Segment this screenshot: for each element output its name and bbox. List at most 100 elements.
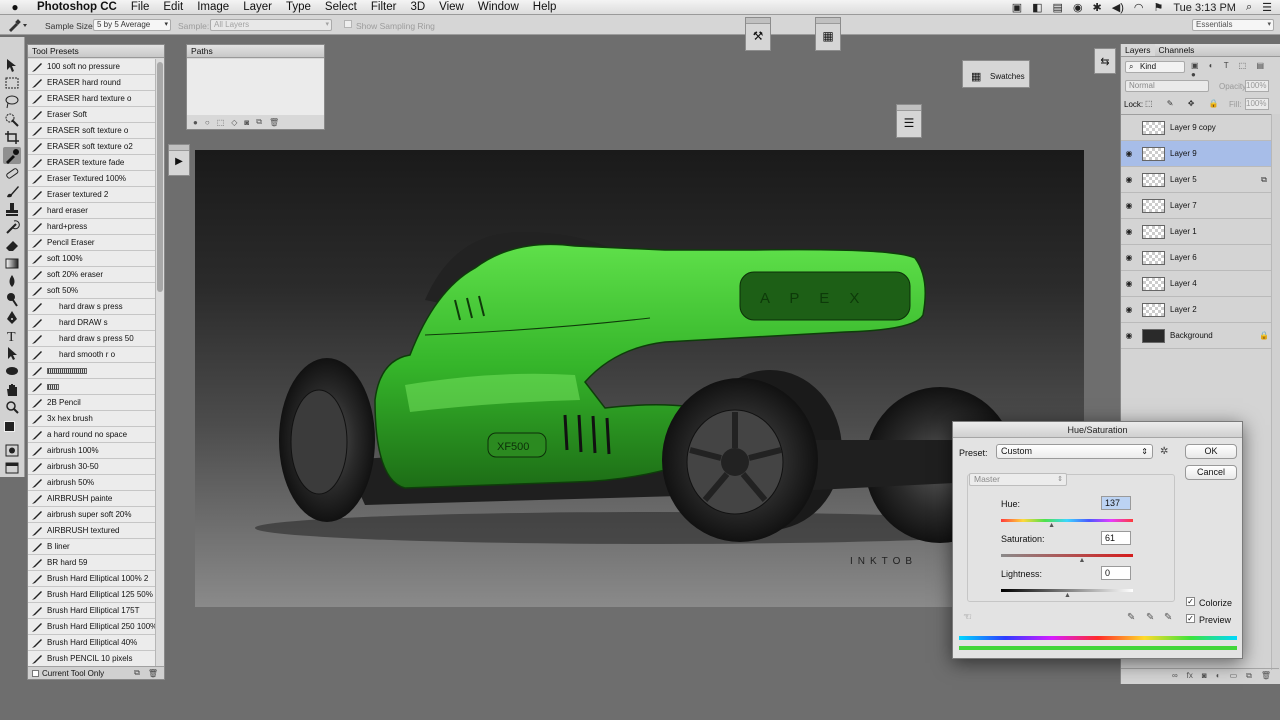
channel-select[interactable]: Master ⇕ — [969, 473, 1067, 486]
hand-tool-icon[interactable] — [3, 381, 21, 398]
fill-input[interactable]: 100% — [1245, 98, 1269, 110]
history-brush-tool-icon[interactable] — [3, 219, 21, 236]
add-mask-icon[interactable]: ◙ — [244, 118, 249, 127]
menu-type[interactable]: Type — [279, 1, 318, 13]
clone-stamp-tool-icon[interactable] — [3, 201, 21, 218]
properties-icon[interactable]: ☰ — [897, 111, 921, 135]
tool-preset-item[interactable]: Eraser textured 2 — [28, 187, 156, 203]
show-sampling-ring-checkbox[interactable] — [344, 20, 352, 28]
make-work-path-icon[interactable]: ◇ — [231, 118, 237, 127]
layer-row[interactable]: ◉ Layer 4 — [1121, 271, 1271, 297]
tool-preset-item[interactable]: ERASER hard texture o — [28, 91, 156, 107]
swatches-collapsed-panel[interactable]: ▦ Swatches — [962, 60, 1030, 88]
quick-selection-tool-icon[interactable] — [3, 111, 21, 128]
layer-row[interactable]: ◉ Layer 7 — [1121, 193, 1271, 219]
menu-file[interactable]: File — [124, 1, 157, 13]
sample-select[interactable]: All Layers — [210, 19, 332, 31]
eyedropper-subtract-icon[interactable]: ✎ — [1164, 612, 1172, 623]
tool-preset-item[interactable]: 2B Pencil — [28, 395, 156, 411]
lasso-tool-icon[interactable] — [3, 93, 21, 110]
eyedropper-icon[interactable]: ✎ — [1127, 612, 1135, 623]
screen-mode-icon[interactable] — [3, 460, 21, 477]
tool-preset-item[interactable]: Brush Hard Elliptical 40% — [28, 635, 156, 651]
tool-preset-item[interactable]: airbrush 30-50 — [28, 459, 156, 475]
clock[interactable]: Tue 3:13 PM — [1173, 2, 1236, 14]
lock-icons[interactable]: ⬚ ✎ ✥ 🔒 — [1145, 99, 1225, 108]
bluetooth-icon[interactable]: ✱ — [1093, 1, 1102, 14]
document-canvas[interactable]: A P E X XF500 INKTOB — [195, 150, 1084, 607]
link-layers-icon[interactable]: ∞ — [1172, 671, 1178, 680]
volume-icon[interactable]: ◀) — [1112, 1, 1124, 14]
menu-filter[interactable]: Filter — [364, 1, 404, 13]
marquee-tool-icon[interactable] — [3, 75, 21, 92]
preset-select[interactable]: Custom ⇕ — [996, 444, 1153, 459]
blur-tool-icon[interactable] — [3, 273, 21, 290]
tool-preset-item[interactable]: a hard round no space — [28, 427, 156, 443]
tool-preset-item[interactable]: airbrush super soft 20% — [28, 507, 156, 523]
quick-mask-icon[interactable] — [3, 442, 21, 459]
layer-row[interactable]: ◉ Layer 6 — [1121, 245, 1271, 271]
apple-menu-icon[interactable]: ● — [0, 0, 30, 14]
fill-path-icon[interactable]: ● — [193, 118, 198, 127]
tool-presets-scroll-thumb[interactable] — [157, 62, 163, 292]
add-mask-icon[interactable]: ◙ — [1202, 671, 1207, 680]
layer-row[interactable]: ◉ Layer 5 ⧉ — [1121, 167, 1271, 193]
tool-preset-item[interactable]: Brush Hard Elliptical 125 50% — [28, 587, 156, 603]
workspace-select[interactable]: Essentials — [1192, 19, 1274, 31]
eye-icon[interactable]: ◉ — [1121, 305, 1137, 314]
adjustment-layer-icon[interactable]: ◐ — [1216, 671, 1221, 680]
tool-preset-item[interactable]: Eraser Textured 100% — [28, 171, 156, 187]
menu-layer[interactable]: Layer — [236, 1, 279, 13]
targeted-adjustment-icon[interactable]: ☜ — [963, 612, 972, 623]
type-tool-icon[interactable]: T — [3, 327, 21, 345]
blend-mode-select[interactable]: Normal — [1125, 80, 1209, 92]
brush-tool-icon[interactable] — [3, 183, 21, 200]
tool-preset-item[interactable]: ERASER soft texture o — [28, 123, 156, 139]
ok-button[interactable]: OK — [1185, 444, 1237, 459]
tool-presets-scrollbar[interactable] — [155, 59, 164, 667]
tool-preset-item[interactable]: Brush Hard Elliptical 175T — [28, 603, 156, 619]
menu-3d[interactable]: 3D — [403, 1, 432, 13]
display-icon[interactable]: ▤ — [1053, 1, 1063, 14]
gradient-tool-icon[interactable] — [3, 255, 21, 272]
tab-channels[interactable]: Channels — [1155, 44, 1199, 56]
swatches-label[interactable]: Swatches — [990, 72, 1025, 81]
eyedropper-tool-icon[interactable] — [6, 18, 28, 34]
zoom-tool-icon[interactable] — [3, 399, 21, 416]
lightness-input[interactable]: 0 — [1101, 566, 1131, 580]
eye-icon[interactable]: ◉ — [1121, 149, 1137, 158]
spotlight-search-icon[interactable]: ⌕ — [1246, 1, 1252, 14]
tool-preset-item[interactable]: hard+press — [28, 219, 156, 235]
saturation-slider-thumb[interactable]: ▲ — [1079, 557, 1086, 564]
sample-size-select[interactable]: 5 by 5 Average — [93, 19, 171, 31]
tool-preset-item[interactable]: ERASER texture fade — [28, 155, 156, 171]
layer-filter-kind-select[interactable]: ⌕ Kind — [1125, 61, 1185, 73]
brush-panel-icon[interactable]: ⚒ — [746, 24, 770, 48]
sync-icon[interactable]: ◉ — [1073, 1, 1083, 14]
eye-icon[interactable]: ◉ — [1121, 253, 1137, 262]
cancel-button[interactable]: Cancel — [1185, 465, 1237, 480]
tool-preset-item[interactable]: hard smooth r o — [28, 347, 156, 363]
delete-preset-icon[interactable]: 🗑 — [148, 669, 158, 678]
healing-brush-tool-icon[interactable] — [3, 165, 21, 182]
tool-preset-item[interactable]: 3x hex brush — [28, 411, 156, 427]
hue-slider-track[interactable] — [1001, 519, 1133, 522]
menu-window[interactable]: Window — [471, 1, 526, 13]
current-tool-only-checkbox[interactable] — [32, 669, 39, 677]
saturation-slider-track[interactable] — [1001, 554, 1133, 557]
layer-row[interactable]: Layer 9 copy — [1121, 115, 1271, 141]
tool-preset-item[interactable]: Brush PENCIL 10 pixels — [28, 651, 156, 667]
layer-row[interactable]: ◉ Background 🔒 — [1121, 323, 1271, 349]
tool-preset-item[interactable] — [28, 363, 156, 379]
menu-select[interactable]: Select — [318, 1, 364, 13]
path-selection-tool-icon[interactable] — [3, 345, 21, 362]
hue-input[interactable]: 137 — [1101, 496, 1131, 510]
opacity-input[interactable]: 100% — [1245, 80, 1269, 92]
tool-preset-item[interactable]: hard eraser — [28, 203, 156, 219]
tool-preset-item[interactable]: airbrush 100% — [28, 443, 156, 459]
new-preset-icon[interactable]: ⧉ — [134, 668, 140, 678]
lightness-slider-thumb[interactable]: ▲ — [1064, 592, 1071, 599]
clone-source-icon[interactable]: ▦ — [816, 24, 840, 48]
tool-preset-item[interactable]: hard draw s press — [28, 299, 156, 315]
eraser-tool-icon[interactable] — [3, 237, 21, 254]
